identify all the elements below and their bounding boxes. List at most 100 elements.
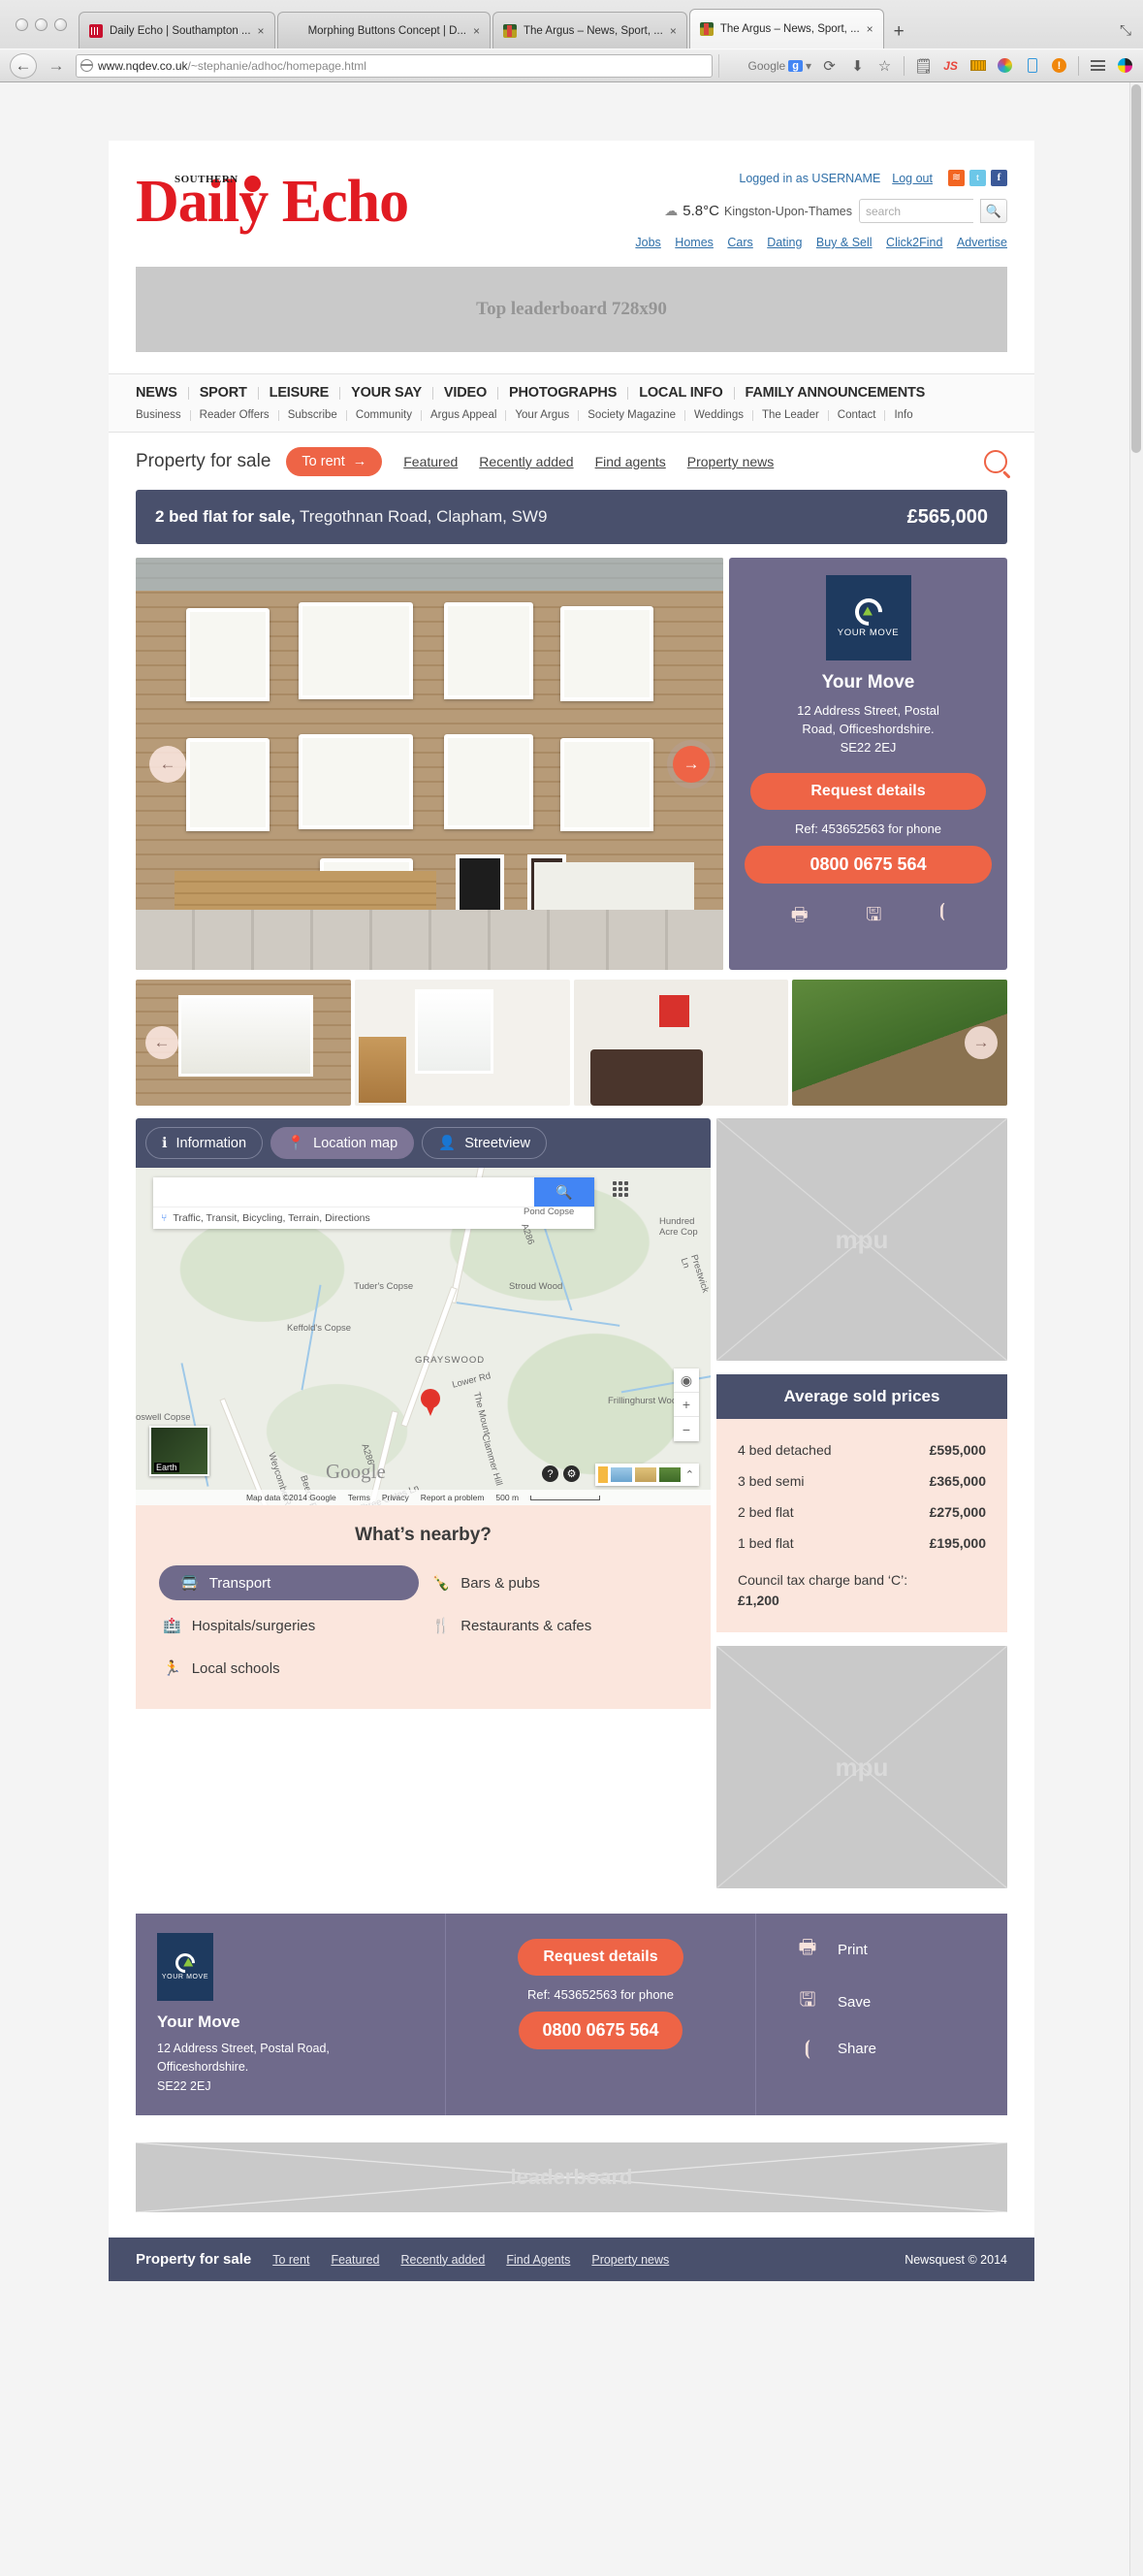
nav-item-video[interactable]: VIDEO	[433, 385, 497, 401]
tab-streetview[interactable]: 👤 Streetview	[422, 1127, 547, 1159]
map-terms-link[interactable]: Terms	[348, 1493, 370, 1502]
thumbnail-prev-button[interactable]: ←	[145, 1026, 178, 1059]
facebook-icon[interactable]: f	[991, 170, 1007, 186]
quicklink-cars[interactable]: Cars	[727, 236, 752, 249]
browser-tab-3[interactable]: The Argus – News, Sport, ... ×	[492, 12, 687, 48]
map-privacy-link[interactable]: Privacy	[382, 1493, 409, 1502]
subnav-item-community[interactable]: Community	[347, 409, 421, 421]
window-zoom-button[interactable]	[54, 17, 67, 31]
window-close-button[interactable]	[16, 17, 28, 31]
property-nav-property-news[interactable]: Property news	[687, 454, 774, 469]
map-search-input[interactable]	[153, 1177, 534, 1207]
logout-link[interactable]: Log out	[892, 172, 933, 185]
nearby-item-restaurants[interactable]: 🍴 Restaurants & cafes	[429, 1608, 688, 1643]
thumbnail-living-room[interactable]	[573, 980, 789, 1106]
browser-search-box[interactable]: Google g ▾	[718, 53, 815, 78]
footer-link-property-news[interactable]: Property news	[591, 2253, 669, 2267]
agent-phone-button[interactable]: 0800 0675 564	[519, 2012, 683, 2049]
page-scrollbar[interactable]	[1129, 82, 1143, 2576]
nav-item-photographs[interactable]: PHOTOGRAPHS	[498, 385, 627, 401]
request-details-button[interactable]: Request details	[750, 772, 986, 810]
main-property-photo[interactable]: ← →	[136, 558, 724, 970]
close-icon[interactable]: ×	[258, 24, 265, 38]
agent-phone-button[interactable]: 0800 0675 564	[745, 845, 992, 884]
quicklink-click2find[interactable]: Click2Find	[886, 236, 942, 249]
map-zoom-out-button[interactable]: −	[674, 1417, 699, 1441]
printer-icon[interactable]: 🖶	[791, 901, 809, 932]
window-minimize-button[interactable]	[35, 17, 48, 31]
browser-tab-4-active[interactable]: The Argus – News, Sport, ... ×	[688, 9, 884, 48]
quicklink-buy-sell[interactable]: Buy & Sell	[816, 236, 873, 249]
magnifier-icon[interactable]	[984, 450, 1007, 473]
save-disk-icon[interactable]: 🖫	[866, 901, 881, 932]
mpu-ad-bottom[interactable]: mpu	[716, 1646, 1007, 1888]
footer-link-featured[interactable]: Featured	[331, 2253, 379, 2267]
subnav-item-business[interactable]: Business	[136, 409, 190, 421]
responsive-device-icon[interactable]	[1024, 57, 1040, 74]
nearby-item-hospitals[interactable]: 🏥 Hospitals/surgeries	[159, 1608, 419, 1643]
footer-brand[interactable]: Property for sale	[136, 2251, 251, 2268]
window-controls[interactable]	[10, 0, 79, 48]
chevron-down-icon[interactable]: ▾	[806, 59, 811, 73]
search-input[interactable]: search	[859, 199, 973, 223]
subnav-item-society-magazine[interactable]: Society Magazine	[579, 409, 684, 421]
quicklink-dating[interactable]: Dating	[767, 236, 802, 249]
nav-item-family-announcements[interactable]: FAMILY ANNOUNCEMENTS	[735, 385, 937, 401]
gear-icon[interactable]: ⚙	[563, 1465, 580, 1482]
thumbnail-bedroom[interactable]	[354, 980, 570, 1106]
location-map[interactable]: 🔍 ⑂ Traffic, Transit, Bicycling, Terrain…	[136, 1168, 711, 1505]
nearby-item-transport[interactable]: 🚍 Transport	[159, 1565, 419, 1600]
new-tab-button[interactable]: +	[886, 21, 916, 48]
close-icon[interactable]: ×	[867, 22, 873, 36]
property-nav-recently-added[interactable]: Recently added	[479, 454, 573, 469]
property-nav-featured[interactable]: Featured	[403, 454, 458, 469]
nav-item-local-info[interactable]: LOCAL INFO	[628, 385, 733, 401]
photo-next-button[interactable]: →	[673, 745, 711, 783]
footer-link-recently-added[interactable]: Recently added	[400, 2253, 485, 2267]
nearby-item-bars-pubs[interactable]: 🍾 Bars & pubs	[429, 1565, 688, 1600]
share-action[interactable]: ⦗ Share	[795, 2038, 986, 2060]
chevron-up-icon[interactable]: ⌃	[683, 1468, 696, 1481]
map-earth-toggle[interactable]: Earth	[149, 1426, 209, 1476]
bookmark-star-icon[interactable]: ☆	[876, 57, 893, 75]
subnav-item-subscribe[interactable]: Subscribe	[279, 409, 346, 421]
footer-link-to-rent[interactable]: To rent	[272, 2253, 309, 2267]
map-search-box[interactable]: 🔍 ⑂ Traffic, Transit, Bicycling, Terrain…	[153, 1177, 594, 1229]
share-icon[interactable]: ⦗	[939, 901, 945, 932]
nav-item-news[interactable]: NEWS	[136, 385, 188, 401]
expand-icon[interactable]: ⤡	[1120, 22, 1131, 39]
request-details-button[interactable]: Request details	[518, 1939, 683, 1976]
tab-information[interactable]: ℹ Information	[145, 1127, 264, 1159]
quicklink-advertise[interactable]: Advertise	[957, 236, 1007, 249]
subnav-item-info[interactable]: Info	[885, 409, 921, 421]
forward-button[interactable]: →	[43, 53, 70, 79]
subnav-item-contact[interactable]: Contact	[829, 409, 885, 421]
quicklink-jobs[interactable]: Jobs	[635, 236, 660, 249]
twitter-icon[interactable]: t	[969, 170, 986, 186]
photo-prev-button[interactable]: ←	[149, 745, 186, 783]
top-leaderboard-ad[interactable]: Top leaderboard 728x90	[136, 267, 1007, 352]
subnav-item-argus-appeal[interactable]: Argus Appeal	[422, 409, 505, 421]
thumbnail-next-button[interactable]: →	[965, 1026, 998, 1059]
js-icon[interactable]: JS	[942, 57, 959, 74]
close-icon[interactable]: ×	[473, 24, 480, 38]
opera-icon[interactable]: !	[1051, 57, 1067, 74]
menu-icon[interactable]	[1090, 57, 1106, 74]
map-layer-satellite-icon[interactable]	[658, 1467, 681, 1482]
ruler-icon[interactable]	[969, 57, 986, 74]
map-layer-thumbs[interactable]: ⌃	[594, 1464, 699, 1486]
property-nav-find-agents[interactable]: Find agents	[595, 454, 666, 469]
color-wheel-icon[interactable]	[997, 57, 1013, 74]
close-icon[interactable]: ×	[670, 24, 677, 38]
subnav-item-weddings[interactable]: Weddings	[685, 409, 752, 421]
map-search-button[interactable]: 🔍	[534, 1177, 594, 1207]
to-rent-toggle-button[interactable]: To rent →	[286, 447, 383, 476]
apps-grid-icon[interactable]	[613, 1181, 628, 1197]
footer-link-find-agents[interactable]: Find Agents	[506, 2253, 570, 2267]
mpu-ad-top[interactable]: mpu	[716, 1118, 1007, 1361]
map-property-pin-icon[interactable]	[421, 1389, 440, 1416]
site-logo[interactable]: SOUTHERN Daily Echo	[136, 166, 409, 249]
help-icon[interactable]: ?	[542, 1465, 558, 1482]
browser-tab-1[interactable]: Daily Echo | Southampton ... ×	[79, 12, 275, 48]
rss-icon[interactable]: ≋	[948, 170, 965, 186]
